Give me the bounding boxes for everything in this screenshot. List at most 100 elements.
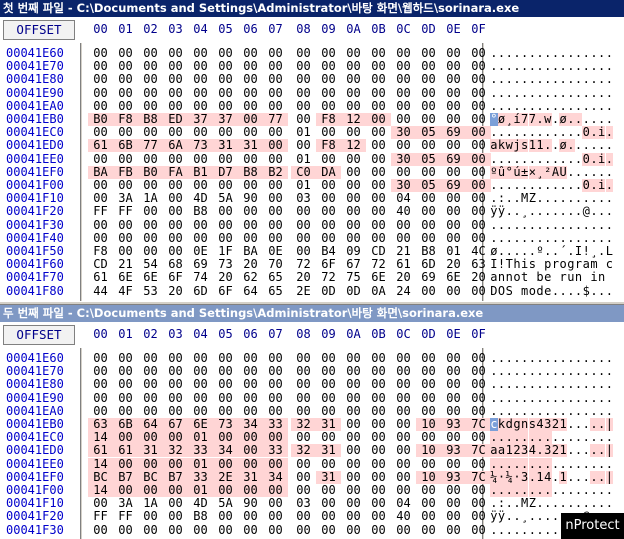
- ascii-char[interactable]: .: [559, 405, 567, 418]
- hex-byte[interactable]: 00: [113, 152, 138, 166]
- ascii-char[interactable]: .: [544, 392, 552, 405]
- hex-byte[interactable]: 00: [188, 179, 213, 192]
- hex-byte[interactable]: 00: [341, 47, 366, 60]
- hex-byte[interactable]: 30: [391, 126, 416, 140]
- hex-byte[interactable]: 00: [138, 378, 163, 391]
- hex-byte[interactable]: 00: [316, 152, 341, 166]
- hex-byte[interactable]: 00: [188, 86, 213, 100]
- ascii-char[interactable]: ø: [559, 139, 567, 153]
- ascii-char[interactable]: .: [521, 87, 529, 100]
- hex-byte[interactable]: 00: [138, 86, 163, 100]
- ascii-char[interactable]: .: [582, 139, 590, 152]
- hex-byte[interactable]: 00: [341, 126, 366, 139]
- ascii-char[interactable]: .: [529, 378, 537, 391]
- ascii-char[interactable]: .: [606, 484, 614, 497]
- ascii-char[interactable]: .: [536, 100, 544, 113]
- hex-byte[interactable]: 20: [391, 271, 416, 284]
- ascii-char[interactable]: .: [575, 205, 583, 218]
- hex-byte[interactable]: 00: [341, 404, 366, 418]
- ascii-char[interactable]: .: [598, 405, 606, 418]
- hex-byte[interactable]: 00: [441, 231, 466, 245]
- hex-row[interactable]: 00041F40 00 00 00 00 00 00 00 00 00 00 00 00 00 00 00 00…: [0, 231, 624, 245]
- hex-byte[interactable]: 00: [263, 192, 288, 205]
- hex-byte[interactable]: 00: [291, 365, 316, 378]
- ascii-char[interactable]: .: [536, 126, 544, 139]
- hex-byte[interactable]: 00: [263, 99, 288, 113]
- ascii-char[interactable]: .: [559, 205, 567, 218]
- ascii-char[interactable]: .: [567, 484, 575, 497]
- ascii-char[interactable]: .: [606, 73, 614, 86]
- ascii-char[interactable]: 4: [528, 444, 537, 458]
- hex-byte[interactable]: 00: [188, 231, 213, 245]
- ascii-char[interactable]: .: [498, 73, 506, 86]
- hex-byte[interactable]: FF: [88, 205, 113, 218]
- hex-byte[interactable]: 00: [441, 99, 466, 113]
- hex-byte[interactable]: 00: [466, 126, 491, 140]
- hex-byte[interactable]: 00: [416, 165, 441, 179]
- ascii-char[interactable]: .: [505, 497, 513, 510]
- hex-byte[interactable]: 00: [88, 497, 113, 510]
- ascii-char[interactable]: .: [605, 179, 614, 192]
- ascii-char[interactable]: .: [590, 126, 598, 140]
- hex-byte[interactable]: 00: [213, 484, 238, 497]
- ascii-char[interactable]: ±: [520, 165, 529, 179]
- ascii-char[interactable]: .: [582, 444, 590, 457]
- ascii-char[interactable]: .: [536, 113, 544, 126]
- ascii-char[interactable]: .: [567, 100, 575, 113]
- hex-byte[interactable]: 00: [238, 484, 263, 497]
- hex-byte[interactable]: 31: [138, 444, 163, 458]
- ascii-char[interactable]: .: [552, 285, 560, 298]
- ascii-char[interactable]: i: [597, 179, 606, 192]
- ascii-char[interactable]: ÿ: [498, 510, 506, 523]
- ascii-char[interactable]: .: [536, 232, 544, 245]
- hex-row[interactable]: 00041E90 00 00 00 00 00 00 00 00 00 00 00 00 00 00 00 00…: [0, 391, 624, 405]
- hex-byte[interactable]: 00: [263, 378, 288, 391]
- ascii-char[interactable]: a: [490, 271, 498, 284]
- hex-byte[interactable]: B8: [188, 510, 213, 523]
- ascii-char[interactable]: .: [520, 457, 529, 471]
- ascii-char[interactable]: .: [529, 126, 537, 139]
- ascii-char[interactable]: .: [521, 524, 529, 537]
- ascii-char[interactable]: .: [567, 444, 575, 457]
- hex-byte[interactable]: 00: [188, 152, 213, 166]
- ascii-char[interactable]: .: [513, 392, 521, 405]
- ascii-char[interactable]: .: [575, 232, 583, 245]
- hex-byte[interactable]: 00: [138, 218, 163, 232]
- hex-byte[interactable]: 00: [213, 365, 238, 378]
- ascii-char[interactable]: .: [536, 179, 544, 192]
- ascii-char[interactable]: .: [606, 497, 614, 510]
- hex-byte[interactable]: 00: [291, 378, 316, 391]
- hex-byte[interactable]: 72: [316, 271, 341, 284]
- hex-byte[interactable]: 00: [416, 86, 441, 100]
- hex-byte[interactable]: 00: [416, 231, 441, 245]
- ascii-char[interactable]: Ú: [559, 165, 567, 179]
- hex-byte[interactable]: 00: [163, 218, 188, 232]
- ascii-char[interactable]: .: [567, 126, 575, 139]
- hex-byte[interactable]: 00: [291, 470, 316, 484]
- hex-byte[interactable]: 5A: [213, 497, 238, 510]
- hex-byte[interactable]: 00: [466, 192, 491, 205]
- ascii-char[interactable]: .: [552, 365, 560, 378]
- ascii-char[interactable]: .: [567, 285, 575, 298]
- ascii-char[interactable]: .: [529, 60, 537, 73]
- ascii-char[interactable]: !: [498, 258, 506, 271]
- ascii-char[interactable]: .: [505, 219, 513, 232]
- hex-byte[interactable]: 00: [391, 73, 416, 86]
- hex-byte[interactable]: F8: [316, 113, 341, 126]
- ascii-char[interactable]: .: [598, 113, 606, 126]
- hex-byte[interactable]: 00: [341, 497, 366, 510]
- hex-byte[interactable]: 00: [188, 378, 213, 391]
- hex-byte[interactable]: 00: [163, 457, 188, 471]
- ascii-char[interactable]: .: [536, 524, 544, 537]
- hex-byte[interactable]: 33: [263, 418, 288, 431]
- ascii-char[interactable]: .: [552, 126, 560, 139]
- ascii-char[interactable]: 1: [559, 444, 567, 458]
- hex-byte[interactable]: 00: [113, 523, 138, 537]
- ascii-char[interactable]: .: [598, 365, 606, 378]
- hex-byte[interactable]: 00: [366, 99, 391, 113]
- hex-byte[interactable]: 00: [441, 205, 466, 218]
- hex-byte[interactable]: 00: [263, 391, 288, 405]
- ascii-char[interactable]: .: [559, 365, 567, 378]
- ascii-char[interactable]: .: [513, 232, 521, 245]
- hex-byte[interactable]: 31: [316, 470, 341, 484]
